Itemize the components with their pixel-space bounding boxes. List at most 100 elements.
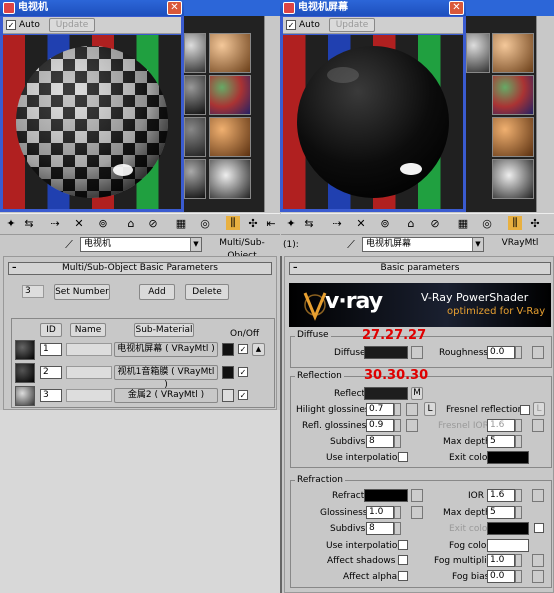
ior-field[interactable]: 1.6 (487, 489, 515, 502)
refl-glossiness-map-button[interactable] (406, 419, 418, 432)
material-slot[interactable] (209, 33, 251, 73)
fresnel-ior-field[interactable]: 1.6 (487, 419, 515, 432)
refraction-exit-color-checkbox[interactable] (534, 523, 544, 533)
put-library-icon[interactable]: ⌂ (124, 217, 138, 231)
refraction-max-depth-spinner[interactable] (515, 506, 522, 519)
eyedropper-icon[interactable]: ⟋ (62, 238, 76, 252)
submaterial-color[interactable] (222, 366, 234, 379)
assign-material-icon[interactable]: ⇢ (48, 217, 62, 231)
left-auto-checkbox[interactable]: ✓ (6, 20, 16, 30)
get-material-icon[interactable]: ✦ (284, 217, 298, 231)
sort-by-id-button[interactable]: ID (40, 323, 62, 337)
material-slot[interactable] (209, 159, 251, 199)
delete-icon[interactable]: ✕ (72, 217, 86, 231)
submaterial-name-field[interactable] (66, 343, 112, 356)
max-depth-spinner[interactable] (515, 435, 522, 448)
reflect-color-swatch[interactable] (364, 387, 408, 400)
affect-alpha-checkbox[interactable] (398, 571, 408, 581)
go-sibling-icon[interactable]: ✣ (528, 217, 542, 231)
ior-map-button[interactable] (532, 489, 544, 502)
diffuse-map-button[interactable] (411, 346, 423, 359)
eyedropper-icon[interactable]: ⟋ (344, 238, 358, 252)
submaterial-on-checkbox[interactable]: ✓ (238, 390, 248, 400)
go-parent-icon[interactable]: ⫼ (226, 216, 240, 230)
fog-multiplier-field[interactable]: 1.0 (487, 554, 515, 567)
hilight-glossiness-spinner[interactable] (394, 403, 401, 416)
put-to-scene-icon[interactable]: ⇆ (302, 217, 316, 231)
material-effects-icon[interactable]: ⊘ (428, 217, 442, 231)
right-auto-checkbox[interactable]: ✓ (286, 20, 296, 30)
material-slot[interactable] (492, 75, 534, 115)
get-material-icon[interactable]: ✦ (4, 217, 18, 231)
diffuse-color-swatch[interactable] (364, 346, 408, 359)
submaterial-color[interactable] (222, 389, 234, 402)
fog-multiplier-spinner[interactable] (515, 554, 522, 567)
set-number-button[interactable]: Set Number (54, 284, 110, 300)
put-to-scene-icon[interactable]: ⇆ (22, 217, 36, 231)
make-unique-icon[interactable]: ⊚ (96, 217, 110, 231)
exit-color-swatch[interactable] (487, 451, 529, 464)
material-slot[interactable] (492, 159, 534, 199)
fog-color-swatch[interactable] (487, 539, 529, 552)
max-depth-field[interactable]: 5 (487, 435, 515, 448)
show-end-result-icon[interactable]: ◎ (480, 217, 494, 231)
material-slot[interactable] (184, 159, 206, 199)
hilight-lock-button[interactable]: L (424, 402, 436, 416)
material-slot[interactable] (209, 75, 251, 115)
refraction-max-depth-field[interactable]: 5 (487, 506, 515, 519)
subdivs-spinner[interactable] (394, 435, 401, 448)
submaterial-on-checkbox[interactable]: ✓ (238, 367, 248, 377)
basic-params-rollout-header[interactable]: – Basic parameters (289, 262, 551, 275)
ior-spinner[interactable] (515, 489, 522, 502)
hilight-glossiness-field[interactable]: 0.7 (366, 403, 394, 416)
subdivs-field[interactable]: 8 (366, 435, 394, 448)
submaterial-name-field[interactable] (66, 366, 112, 379)
delete-button[interactable]: Delete (185, 284, 229, 300)
right-close-button[interactable]: ✕ (449, 1, 464, 15)
submaterial-name-field[interactable] (66, 389, 112, 402)
material-slot[interactable] (184, 117, 206, 157)
refraction-subdivs-field[interactable]: 8 (366, 522, 394, 535)
fresnel-reflections-checkbox[interactable] (520, 405, 530, 415)
submaterial-on-checkbox[interactable]: ✓ (238, 344, 248, 354)
show-end-result-icon[interactable]: ◎ (198, 217, 212, 231)
sort-by-submaterial-button[interactable]: Sub-Material (134, 323, 194, 337)
add-button[interactable]: Add (139, 284, 175, 300)
right-material-name-dropdown[interactable]: 电视机屏幕 ▼ (362, 237, 484, 252)
make-unique-icon[interactable]: ⊚ (378, 217, 392, 231)
submaterial-id-field[interactable]: 3 (40, 389, 62, 402)
material-slot[interactable] (466, 33, 490, 73)
material-slot[interactable] (492, 117, 534, 157)
submaterial-id-field[interactable]: 1 (40, 343, 62, 356)
show-map-icon[interactable]: ▦ (456, 217, 470, 231)
material-slot[interactable] (492, 33, 534, 73)
refl-glossiness-field[interactable]: 0.9 (366, 419, 394, 432)
fresnel-ior-spinner[interactable] (515, 419, 522, 432)
list-scroll-up[interactable]: ▲ (252, 343, 265, 356)
reflect-map-button[interactable]: M (411, 387, 423, 400)
left-material-name-dropdown[interactable]: 电视机 ▼ (80, 237, 202, 252)
right-window-titlebar[interactable]: 电视机屏幕 ✕ (280, 0, 466, 16)
fresnel-ior-map-button[interactable] (532, 419, 544, 432)
submaterial-button[interactable]: 视机1音箱膜 ( VRayMtl ) (114, 365, 218, 390)
submaterial-id-field[interactable]: 2 (40, 366, 62, 379)
refraction-exit-color-swatch[interactable] (487, 522, 529, 535)
glossiness-map-button[interactable] (411, 506, 423, 519)
refraction-use-interpolation-checkbox[interactable] (398, 540, 408, 550)
assign-material-icon[interactable]: ⇢ (330, 217, 344, 231)
fog-bias-map-button[interactable] (532, 570, 544, 583)
material-slot[interactable] (184, 33, 206, 73)
roughness-field[interactable]: 0.0 (487, 346, 515, 359)
sort-by-name-button[interactable]: Name (70, 323, 106, 337)
fog-bias-field[interactable]: 0.0 (487, 570, 515, 583)
refract-color-swatch[interactable] (364, 489, 408, 502)
refract-map-button[interactable] (411, 489, 423, 502)
left-window-titlebar[interactable]: 电视机 ✕ (0, 0, 184, 16)
submaterial-button[interactable]: 电视机屏幕 ( VRayMtl ) (114, 342, 218, 357)
put-library-icon[interactable]: ⌂ (404, 217, 418, 231)
right-material-type-button[interactable]: VRayMtl (490, 237, 550, 252)
pick-material-icon[interactable]: ⇤ (264, 217, 278, 231)
material-slot[interactable] (209, 117, 251, 157)
material-count-field[interactable]: 3 (22, 285, 44, 298)
right-update-button[interactable]: Update (329, 18, 375, 32)
